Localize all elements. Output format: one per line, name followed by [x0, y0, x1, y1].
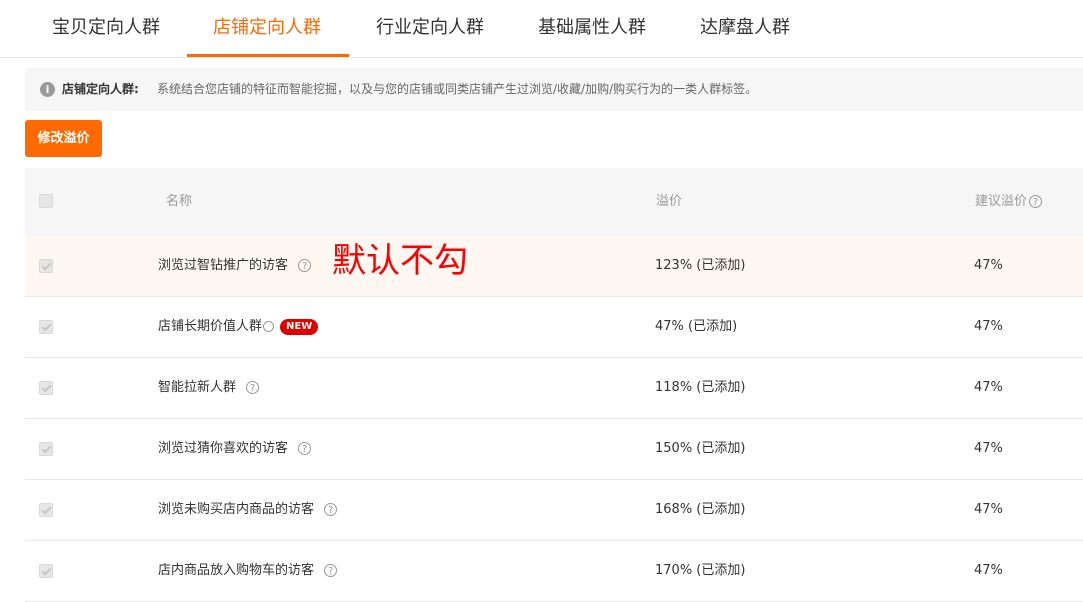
row-suggest: 47% [974, 419, 1003, 479]
row-name-text: 浏览过猜你喜欢的访客 [158, 441, 288, 456]
header-suggest-label: 建议溢价 [975, 194, 1027, 209]
row-name-text: 店铺长期价值人群 [158, 319, 262, 334]
table-row[interactable]: 浏览过猜你喜欢的访客 ? 150% (已添加) 47% [25, 419, 1083, 480]
table-row[interactable]: 店铺长期价值人群 NEW 47% (已添加) 47% [25, 297, 1083, 358]
header-name: 名称 [166, 168, 192, 236]
row-name: 店内商品放入购物车的访客 ? [158, 541, 337, 601]
help-icon[interactable]: ? [324, 564, 337, 577]
info-title: 店铺定向人群: [62, 68, 139, 111]
table-row[interactable]: 浏览过智钻推广的访客 ? 123% (已添加) 47% [25, 236, 1083, 297]
help-icon[interactable]: ? [298, 259, 311, 272]
help-icon[interactable]: ? [298, 442, 311, 455]
table-row[interactable]: 浏览未购买店内商品的访客 ? 168% (已添加) 47% [25, 480, 1083, 541]
row-checkbox[interactable] [39, 442, 53, 456]
row-checkbox[interactable] [39, 259, 53, 273]
crowd-table: 名称 溢价 建议溢价? 浏览过智钻推广的访客 ? 123% (已添加) 47% … [25, 168, 1083, 602]
select-all-checkbox[interactable] [39, 194, 53, 208]
crowd-tabs: 宝贝定向人群 店铺定向人群 行业定向人群 基础属性人群 达摩盘人群 [0, 0, 1083, 58]
table-header: 名称 溢价 建议溢价? [25, 168, 1083, 236]
row-name: 浏览未购买店内商品的访客 ? [158, 480, 337, 540]
header-suggest: 建议溢价? [975, 168, 1042, 236]
help-icon[interactable]: ? [246, 381, 259, 394]
row-suggest: 47% [974, 480, 1003, 540]
annotation-text: 默认不勾 [332, 240, 468, 282]
row-checkbox[interactable] [39, 503, 53, 517]
row-name: 浏览过智钻推广的访客 ? [158, 236, 311, 296]
row-name-text: 浏览未购买店内商品的访客 [158, 502, 314, 517]
row-name-text: 智能拉新人群 [158, 380, 236, 395]
tab-shop-crowd[interactable]: 店铺定向人群 [213, 0, 321, 56]
row-premium: 170% (已添加) [655, 541, 745, 601]
row-name: 店铺长期价值人群 NEW [158, 297, 318, 357]
user-icon [263, 321, 274, 332]
row-premium: 118% (已添加) [655, 358, 745, 418]
row-suggest: 47% [974, 236, 1003, 296]
table-row[interactable]: 智能拉新人群 ? 118% (已添加) 47% [25, 358, 1083, 419]
row-premium: 150% (已添加) [655, 419, 745, 479]
tab-item-crowd[interactable]: 宝贝定向人群 [52, 0, 160, 56]
row-premium: 168% (已添加) [655, 480, 745, 540]
row-premium: 123% (已添加) [655, 236, 745, 296]
new-badge: NEW [280, 319, 318, 335]
row-checkbox[interactable] [39, 320, 53, 334]
tab-basic-attr-crowd[interactable]: 基础属性人群 [538, 0, 646, 56]
row-name: 浏览过猜你喜欢的访客 ? [158, 419, 311, 479]
active-tab-indicator [187, 54, 349, 57]
tab-industry-crowd[interactable]: 行业定向人群 [376, 0, 484, 56]
help-icon[interactable]: ? [324, 503, 337, 516]
table-row[interactable]: 店内商品放入购物车的访客 ? 170% (已添加) 47% [25, 541, 1083, 602]
help-icon[interactable]: ? [1029, 195, 1042, 208]
row-suggest: 47% [974, 297, 1003, 357]
row-premium: 47% (已添加) [655, 297, 737, 357]
info-icon: i [40, 82, 55, 97]
row-checkbox[interactable] [39, 381, 53, 395]
modify-premium-button[interactable]: 修改溢价 [25, 120, 102, 157]
row-name-text: 浏览过智钻推广的访客 [158, 258, 288, 273]
row-suggest: 47% [974, 358, 1003, 418]
row-name: 智能拉新人群 ? [158, 358, 259, 418]
row-suggest: 47% [974, 541, 1003, 601]
info-text: 系统结合您店铺的特征而智能挖掘，以及与您的店铺或同类店铺产生过浏览/收藏/加购/… [157, 68, 757, 111]
info-bar: i 店铺定向人群: 系统结合您店铺的特征而智能挖掘，以及与您的店铺或同类店铺产生… [25, 68, 1083, 111]
header-premium: 溢价 [656, 168, 682, 236]
tab-dmp-crowd[interactable]: 达摩盘人群 [700, 0, 790, 56]
